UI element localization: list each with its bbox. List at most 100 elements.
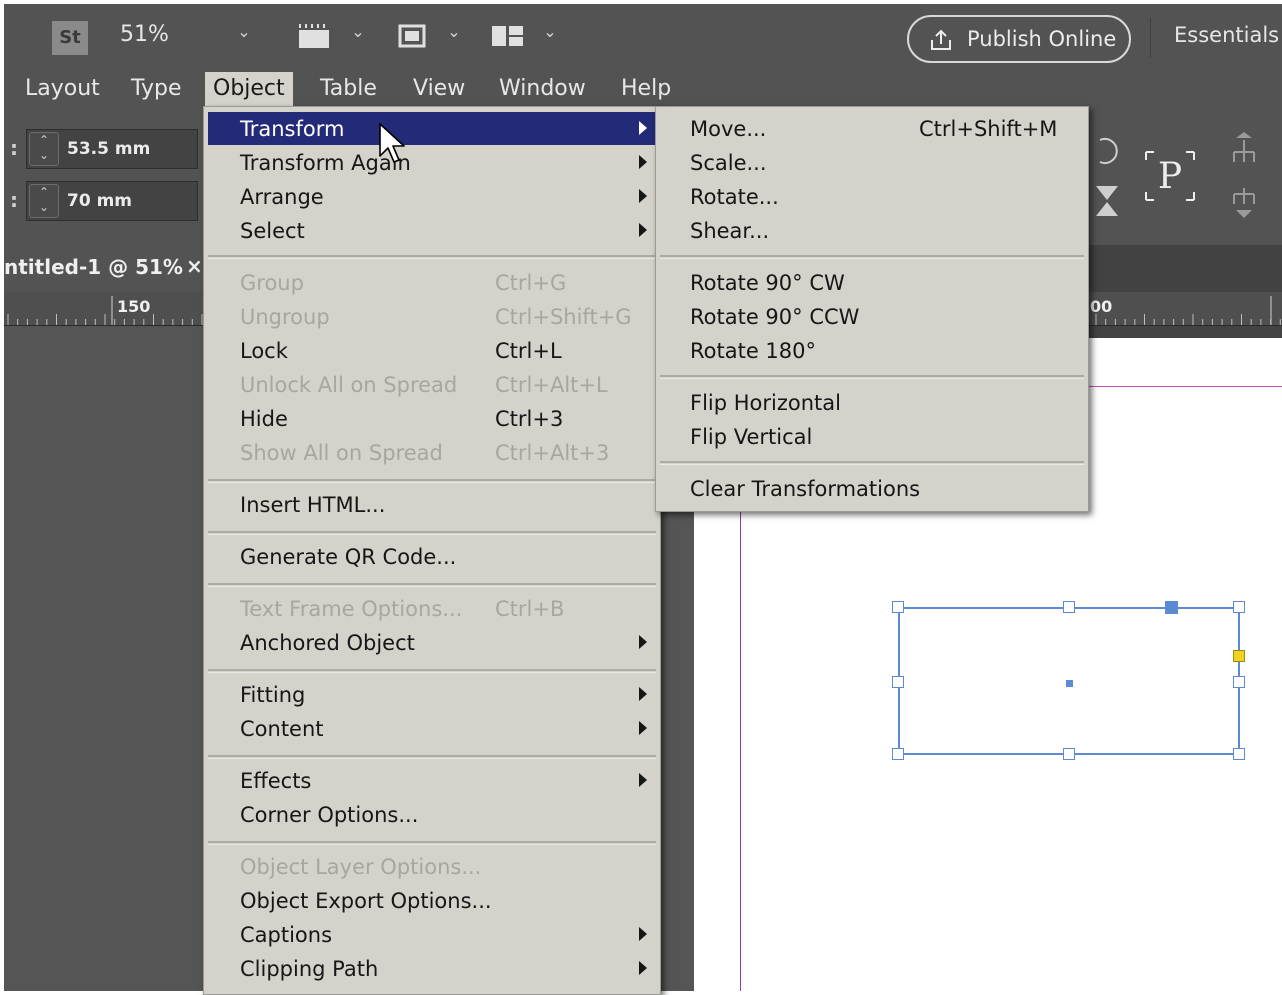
menu-window[interactable]: Window xyxy=(491,72,594,106)
submenu-item-rotate-90-cw[interactable]: Rotate 90° CW xyxy=(660,266,1084,299)
in-port-handle[interactable] xyxy=(1165,601,1178,614)
height-field[interactable]: ⌃ ⌄ 70 mm xyxy=(26,181,198,221)
height-stepper[interactable]: ⌃ ⌄ xyxy=(29,184,59,218)
view-options-icon[interactable] xyxy=(296,22,336,50)
menu-item-anchored-object[interactable]: Anchored Object xyxy=(208,626,656,659)
menu-item-transform-again[interactable]: Transform Again xyxy=(208,146,656,179)
submenu-item-flip-vertical[interactable]: Flip Vertical xyxy=(660,420,1084,453)
menu-item-fitting[interactable]: Fitting xyxy=(208,678,656,711)
handle-top-left[interactable] xyxy=(892,601,904,613)
menu-item-generate-qr-code[interactable]: Generate QR Code... xyxy=(208,540,656,573)
zoom-level[interactable]: 51% xyxy=(120,22,169,47)
submenu-arrow-icon xyxy=(639,121,647,135)
object-menu: Transform Transform Again Arrange Select… xyxy=(203,106,661,995)
menu-item-transform[interactable]: Transform xyxy=(208,112,656,145)
submenu-item-shear[interactable]: Shear... xyxy=(660,214,1084,247)
menu-item-label: Object Export Options... xyxy=(240,889,492,913)
menu-item-captions[interactable]: Captions xyxy=(208,918,656,951)
menu-item-label: Text Frame Options... xyxy=(240,597,463,621)
menu-type[interactable]: Type xyxy=(123,72,190,106)
menu-item-label: Flip Horizontal xyxy=(690,391,841,415)
submenu-arrow-icon xyxy=(639,927,647,941)
workspace-switcher[interactable]: Essentials xyxy=(1174,23,1279,47)
menu-item-shortcut: Ctrl+Shift+G xyxy=(495,305,632,329)
handle-bottom-left[interactable] xyxy=(892,748,904,760)
menu-item-object-export-options[interactable]: Object Export Options... xyxy=(208,884,656,917)
menu-item-shortcut: Ctrl+3 xyxy=(495,407,564,431)
submenu-item-move[interactable]: Move... Ctrl+Shift+M xyxy=(660,112,1084,145)
menu-item-select[interactable]: Select xyxy=(208,214,656,247)
menu-item-label: Rotate... xyxy=(690,185,779,209)
submenu-item-rotate[interactable]: Rotate... xyxy=(660,180,1084,213)
menu-item-lock[interactable]: Lock Ctrl+L xyxy=(208,334,656,367)
paragraph-frame-icon[interactable]: P xyxy=(1142,148,1198,204)
handle-top-middle[interactable] xyxy=(1063,601,1075,613)
document-tab[interactable]: ntitled-1 @ 51% × xyxy=(4,245,204,292)
publish-online-button[interactable]: Publish Online xyxy=(907,15,1131,63)
menu-help[interactable]: Help xyxy=(613,72,679,106)
menu-table[interactable]: Table xyxy=(312,72,385,106)
rotate-flip-icon[interactable] xyxy=(1094,132,1122,222)
screen-mode-chevron-down-icon[interactable]: ⌄ xyxy=(446,24,462,40)
submenu-item-flip-horizontal[interactable]: Flip Horizontal xyxy=(660,386,1084,419)
submenu-item-rotate-90-ccw[interactable]: Rotate 90° CCW xyxy=(660,300,1084,333)
menu-item-label: Fitting xyxy=(240,683,306,707)
handle-middle-right[interactable] xyxy=(1233,676,1245,688)
submenu-arrow-icon xyxy=(639,189,647,203)
ruler-label-200: 00 xyxy=(1090,297,1113,316)
submenu-item-scale[interactable]: Scale... xyxy=(660,146,1084,179)
menu-separator xyxy=(208,255,656,259)
menu-item-insert-html[interactable]: Insert HTML... xyxy=(208,488,656,521)
screen-mode-icon[interactable] xyxy=(396,22,430,50)
menu-separator xyxy=(660,461,1084,465)
menu-item-label: Captions xyxy=(240,923,333,947)
menu-item-label: Anchored Object xyxy=(240,631,415,655)
live-corner-handle[interactable] xyxy=(1233,650,1245,662)
width-label: : xyxy=(10,136,18,160)
stock-button[interactable]: St xyxy=(52,21,88,55)
menu-item-label: Flip Vertical xyxy=(690,425,813,449)
submenu-arrow-icon xyxy=(639,721,647,735)
menu-item-corner-options[interactable]: Corner Options... xyxy=(208,798,656,831)
arrange-documents-icon[interactable] xyxy=(490,24,526,50)
menu-item-content[interactable]: Content xyxy=(208,712,656,745)
view-chevron-down-icon[interactable]: ⌄ xyxy=(350,24,366,40)
menu-view[interactable]: View xyxy=(405,72,473,106)
width-stepper[interactable]: ⌃ ⌄ xyxy=(29,132,59,166)
menu-separator xyxy=(208,583,656,587)
menu-item-object-layer-options: Object Layer Options... xyxy=(208,850,656,883)
zoom-chevron-down-icon[interactable]: ⌄ xyxy=(236,24,252,40)
menu-item-shortcut: Ctrl+L xyxy=(495,339,562,363)
submenu-arrow-icon xyxy=(639,155,647,169)
menu-item-effects[interactable]: Effects xyxy=(208,764,656,797)
menu-layout[interactable]: Layout xyxy=(17,72,108,106)
handle-bottom-right[interactable] xyxy=(1233,748,1245,760)
menu-item-unlock-all-on-spread: Unlock All on Spread Ctrl+Alt+L xyxy=(208,368,656,401)
close-icon[interactable]: × xyxy=(186,254,203,278)
arrange-chevron-down-icon[interactable]: ⌄ xyxy=(542,24,558,40)
menu-separator xyxy=(208,531,656,535)
menu-separator xyxy=(660,255,1084,259)
menu-item-hide[interactable]: Hide Ctrl+3 xyxy=(208,402,656,435)
menu-object[interactable]: Object xyxy=(205,72,293,106)
menu-item-clipping-path[interactable]: Clipping Path xyxy=(208,952,656,985)
handle-middle-left[interactable] xyxy=(892,676,904,688)
menu-item-label: Select xyxy=(240,219,305,243)
document-tab-title: ntitled-1 @ 51% xyxy=(4,255,183,279)
transform-submenu: Move... Ctrl+Shift+M Scale... Rotate... … xyxy=(655,106,1089,512)
menu-item-group: Group Ctrl+G xyxy=(208,266,656,299)
menu-item-arrange[interactable]: Arrange xyxy=(208,180,656,213)
menu-item-text-frame-options: Text Frame Options... Ctrl+B xyxy=(208,592,656,625)
menu-item-label: Show All on Spread xyxy=(240,441,443,465)
submenu-item-rotate-180[interactable]: Rotate 180° xyxy=(660,334,1084,367)
width-field[interactable]: ⌃ ⌄ 53.5 mm xyxy=(26,129,198,169)
submenu-arrow-icon xyxy=(639,773,647,787)
submenu-item-clear-transformations[interactable]: Clear Transformations xyxy=(660,472,1084,505)
handle-bottom-middle[interactable] xyxy=(1063,748,1075,760)
submenu-arrow-icon xyxy=(639,961,647,975)
menu-item-label: Rotate 180° xyxy=(690,339,817,363)
menu-item-label: Rotate 90° CW xyxy=(690,271,845,295)
menu-bar: Layout Type Object Table View Window Hel… xyxy=(4,66,1282,110)
handle-top-right[interactable] xyxy=(1233,601,1245,613)
distribute-icon[interactable] xyxy=(1226,132,1266,224)
